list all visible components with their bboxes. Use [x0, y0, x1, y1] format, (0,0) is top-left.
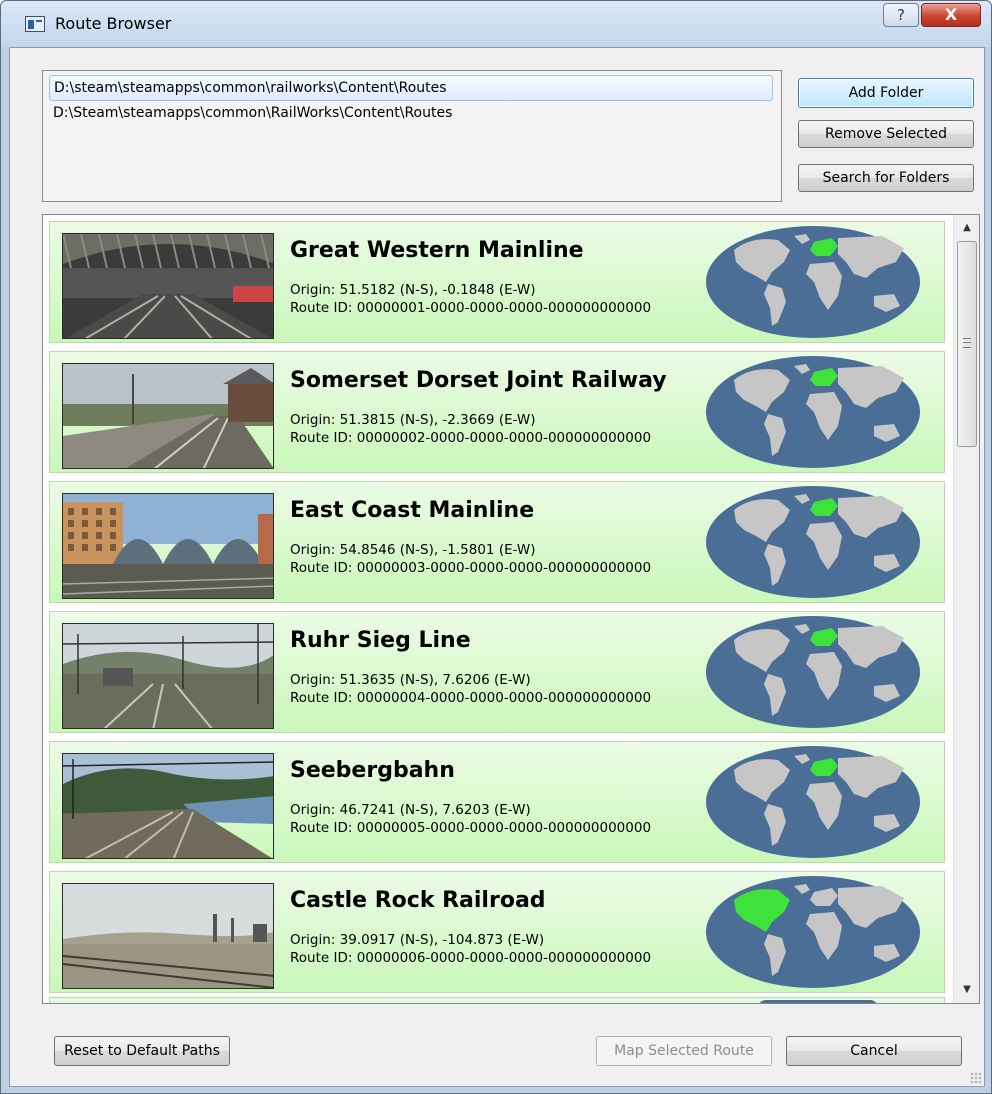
route-name: East Coast Mainline [290, 498, 535, 523]
help-button[interactable]: ? [883, 3, 919, 27]
folder-path: D:\steam\steamapps\common\railworks\Cont… [54, 80, 447, 96]
resize-grip-icon[interactable] [970, 1072, 982, 1084]
world-map-icon [706, 616, 920, 728]
folder-list[interactable]: D:\steam\steamapps\common\railworks\Cont… [42, 70, 782, 202]
world-map-icon [758, 1000, 878, 1003]
world-map-icon [706, 356, 920, 468]
route-name: Ruhr Sieg Line [290, 628, 471, 653]
route-name: Somerset Dorset Joint Railway [290, 368, 667, 393]
route-id: Route ID: 00000003-0000-0000-0000-000000… [290, 560, 652, 576]
close-button[interactable]: X [921, 3, 981, 27]
route-card[interactable]: Great Western Mainline Origin: 51.5182 (N… [49, 221, 945, 343]
route-id: Route ID: 00000006-0000-0000-0000-000000… [290, 950, 652, 966]
app-icon [25, 16, 45, 32]
world-map-icon [706, 876, 920, 988]
search-for-folders-button[interactable]: Search for Folders [798, 164, 974, 192]
folder-item[interactable]: D:\steam\steamapps\common\railworks\Cont… [49, 75, 773, 101]
route-id: Route ID: 00000005-0000-0000-0000-000000… [290, 820, 652, 836]
map-selected-route-button[interactable]: Map Selected Route [596, 1036, 772, 1066]
route-thumbnail [62, 753, 274, 859]
route-origin: Origin: 39.0917 (N-S), -104.873 (E-W) [290, 932, 545, 948]
route-thumbnail [62, 623, 274, 729]
remove-selected-button[interactable]: Remove Selected [798, 120, 974, 148]
world-map-icon [706, 746, 920, 858]
cancel-button[interactable]: Cancel [786, 1036, 962, 1066]
route-id: Route ID: 00000001-0000-0000-0000-000000… [290, 300, 652, 316]
route-origin: Origin: 46.7241 (N-S), 7.6203 (E-W) [290, 802, 531, 818]
route-name: Great Western Mainline [290, 238, 584, 263]
route-card[interactable]: East Coast Mainline Origin: 54.8546 (N-S)… [49, 481, 945, 603]
dialog-body: D:\steam\steamapps\common\railworks\Cont… [9, 47, 985, 1087]
route-id: Route ID: 00000004-0000-0000-0000-000000… [290, 690, 652, 706]
route-list[interactable]: Great Western Mainline Origin: 51.5182 (N… [42, 214, 980, 1004]
route-card[interactable]: Seebergbahn Origin: 46.7241 (N-S), 7.6203… [49, 741, 945, 863]
route-origin: Origin: 51.5182 (N-S), -0.1848 (E-W) [290, 282, 536, 298]
world-map-icon [706, 226, 920, 338]
world-map-icon [706, 486, 920, 598]
grip-icon [963, 338, 971, 348]
scroll-down-icon[interactable]: ▼ [956, 979, 978, 1001]
route-thumbnail [62, 233, 274, 339]
folder-path: D:\Steam\steamapps\common\RailWorks\Cont… [53, 105, 453, 121]
route-card[interactable]: Somerset Dorset Joint Railway Origin: 51.… [49, 351, 945, 473]
window-title: Route Browser [55, 14, 172, 33]
route-thumbnail [62, 883, 274, 989]
route-origin: Origin: 51.3815 (N-S), -2.3669 (E-W) [290, 412, 536, 428]
scroll-up-icon[interactable]: ▲ [956, 217, 978, 239]
route-thumbnail [62, 493, 274, 599]
reset-default-paths-button[interactable]: Reset to Default Paths [54, 1036, 230, 1066]
title-bar[interactable]: Route Browser ? X [1, 1, 991, 47]
route-id: Route ID: 00000002-0000-0000-0000-000000… [290, 430, 652, 446]
add-folder-button[interactable]: Add Folder [798, 78, 974, 108]
route-browser-window: Route Browser ? X D:\steam\steamapps\com… [0, 0, 992, 1094]
route-name: Castle Rock Railroad [290, 888, 546, 913]
vertical-scrollbar[interactable]: ▲ ▼ [953, 215, 979, 1003]
route-card-partial[interactable] [49, 997, 945, 1003]
scroll-thumb[interactable] [957, 241, 977, 447]
route-name: Seebergbahn [290, 758, 455, 783]
folder-item[interactable]: D:\Steam\steamapps\common\RailWorks\Cont… [49, 101, 773, 127]
route-card[interactable]: Ruhr Sieg Line Origin: 51.3635 (N-S), 7.6… [49, 611, 945, 733]
route-thumbnail [62, 363, 274, 469]
route-card[interactable]: Castle Rock Railroad Origin: 39.0917 (N-S… [49, 871, 945, 993]
route-origin: Origin: 51.3635 (N-S), 7.6206 (E-W) [290, 672, 531, 688]
route-origin: Origin: 54.8546 (N-S), -1.5801 (E-W) [290, 542, 536, 558]
